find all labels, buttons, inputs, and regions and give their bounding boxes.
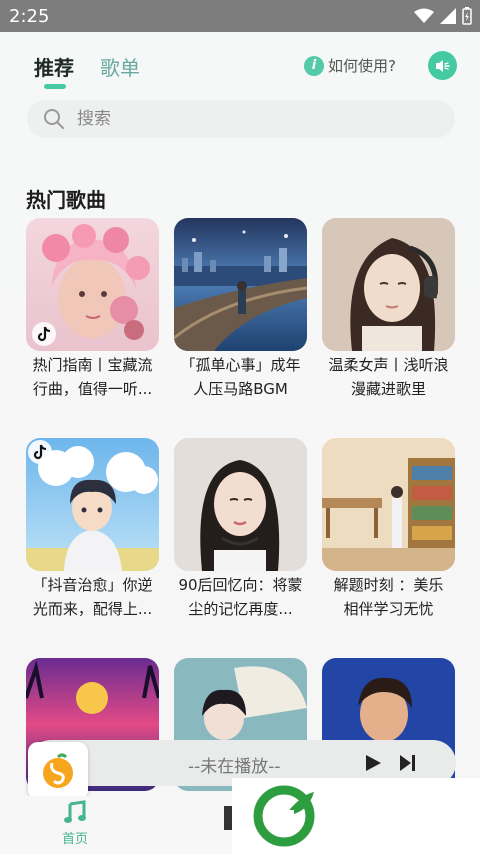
nav-home-label: 首页 <box>62 832 89 847</box>
music-note-icon <box>64 800 86 823</box>
speaker-icon <box>435 59 450 72</box>
help-label: 如何使用? <box>328 57 396 75</box>
info-icon: i <box>304 55 324 76</box>
cover-image <box>174 438 307 571</box>
playlist-card[interactable]: 「抖音治愈」你逆 光而来，配得上... <box>26 438 159 621</box>
music-note-logo-icon <box>43 753 73 788</box>
next-icon[interactable] <box>399 754 417 772</box>
cover-image <box>322 218 455 351</box>
playlist-card[interactable]: 解题时刻 ：美乐 相伴学习无忧 <box>322 438 455 621</box>
status-time: 2:25 <box>9 6 50 27</box>
card-caption: 热门指南丨宝藏流 行曲，值得一听... <box>32 356 153 398</box>
card-caption: 「抖音治愈」你逆 光而来，配得上... <box>32 576 153 618</box>
tiktok-icon <box>28 440 52 464</box>
playlist-card[interactable]: 90后回忆向：将蒙 尘的记忆再度... <box>174 438 307 621</box>
sound-button[interactable] <box>428 51 457 80</box>
app-logo <box>28 742 88 800</box>
tab-playlist[interactable]: 歌单 <box>100 52 140 81</box>
tiktok-icon <box>32 322 56 346</box>
top-tabs: 推荐 歌单 <box>34 52 140 89</box>
leaf-logo-icon <box>253 785 315 847</box>
battery-icon <box>462 7 472 25</box>
help-link[interactable]: i 如何使用? <box>304 55 396 76</box>
search-input[interactable] <box>75 108 419 130</box>
nav-home[interactable]: 首页 <box>62 800 88 847</box>
search-bar[interactable] <box>27 100 455 138</box>
cover-image <box>322 438 455 571</box>
cover-image <box>174 218 307 351</box>
search-icon <box>44 109 64 129</box>
cover-image <box>26 438 159 571</box>
section-title: 热门歌曲 <box>26 188 106 212</box>
playlist-card[interactable]: 温柔女声丨浅听浪 漫藏进歌里 <box>322 218 455 401</box>
card-caption: 「孤单心事」成年 人压马路BGM <box>180 356 301 398</box>
player-status: --未在播放-- <box>188 757 281 777</box>
watermark <box>232 778 480 854</box>
status-icons <box>414 7 472 25</box>
wifi-icon <box>414 8 434 23</box>
signal-icon <box>440 8 456 24</box>
card-caption: 解题时刻 ：美乐 相伴学习无忧 <box>333 576 444 618</box>
tab-recommend[interactable]: 推荐 <box>34 52 74 89</box>
card-caption: 温柔女声丨浅听浪 漫藏进歌里 <box>328 356 449 398</box>
status-bar: 2:25 <box>0 0 480 32</box>
playlist-card[interactable]: 「孤单心事」成年 人压马路BGM <box>174 218 307 401</box>
nav-item-partial[interactable] <box>224 806 232 830</box>
play-icon[interactable] <box>364 754 382 772</box>
playlist-card[interactable]: 热门指南丨宝藏流 行曲，值得一听... <box>26 218 159 401</box>
cover-image <box>26 218 159 351</box>
card-caption: 90后回忆向：将蒙 尘的记忆再度... <box>178 576 303 618</box>
